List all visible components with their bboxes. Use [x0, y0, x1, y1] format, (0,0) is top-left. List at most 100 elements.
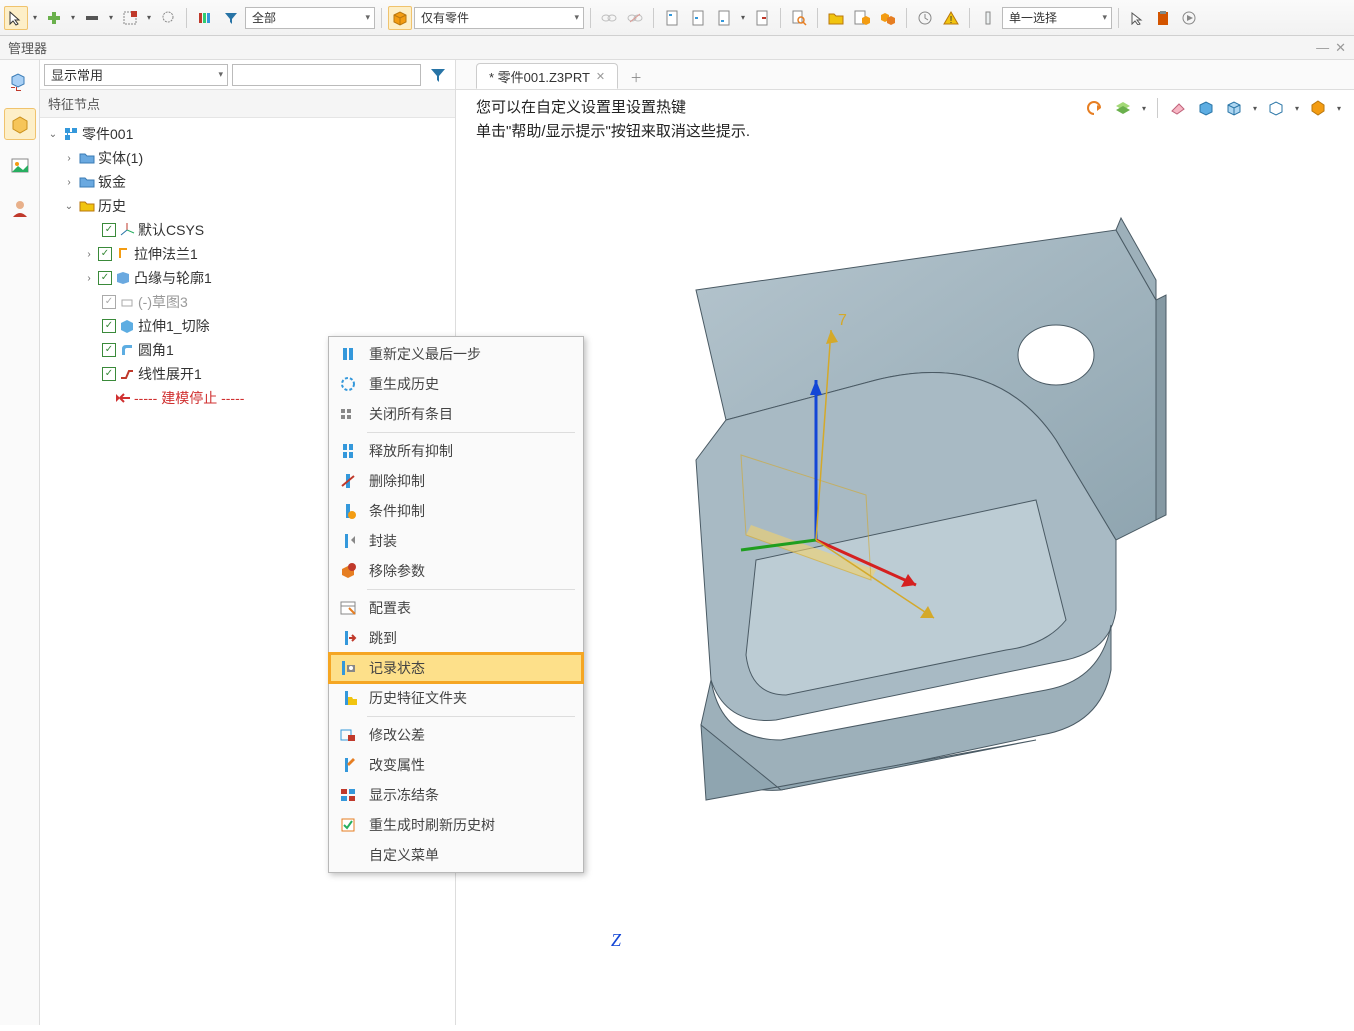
- lasso-button[interactable]: [156, 6, 180, 30]
- box-select-button[interactable]: [118, 6, 142, 30]
- search-input[interactable]: [232, 64, 421, 86]
- collapse-icon[interactable]: ⌄: [62, 201, 76, 212]
- history-button[interactable]: [913, 6, 937, 30]
- cm-refresh[interactable]: 重生成时刷新历史树: [329, 810, 583, 840]
- cm-jump[interactable]: 跳到: [329, 623, 583, 653]
- select-mode-combo[interactable]: 单一选择: [1002, 7, 1112, 29]
- closeall-icon: [337, 404, 359, 424]
- tree-csys[interactable]: ✓ 默认CSYS: [40, 218, 455, 242]
- tree-sheetmetal[interactable]: › 钣金: [40, 170, 455, 194]
- expand-icon[interactable]: ›: [82, 249, 96, 260]
- collapse-icon[interactable]: ⌄: [46, 129, 60, 140]
- tree-flange[interactable]: › ✓ 拉伸法兰1: [40, 242, 455, 266]
- cm-record-state[interactable]: 记录状态: [329, 653, 583, 683]
- tree-view-icon[interactable]: [4, 66, 36, 98]
- separator: [186, 8, 187, 28]
- cm-encap[interactable]: 封装: [329, 526, 583, 556]
- cm-redefine[interactable]: 重新定义最后一步: [329, 339, 583, 369]
- filter-icon[interactable]: [425, 62, 451, 88]
- cm-custom[interactable]: 自定义菜单: [329, 840, 583, 870]
- add-button[interactable]: [42, 6, 66, 30]
- cm-delete-sup[interactable]: 删除抑制: [329, 466, 583, 496]
- cm-config[interactable]: 配置表: [329, 593, 583, 623]
- unlink-button[interactable]: [623, 6, 647, 30]
- dropdown-arrow-icon[interactable]: ▾: [1139, 104, 1149, 113]
- expand-icon[interactable]: ›: [82, 273, 96, 284]
- hex-button[interactable]: [1306, 96, 1330, 120]
- dropdown-arrow-icon[interactable]: ▾: [144, 13, 154, 22]
- link-button[interactable]: [597, 6, 621, 30]
- undo-button[interactable]: [1083, 96, 1107, 120]
- filter-button[interactable]: [219, 6, 243, 30]
- dropdown-arrow-icon[interactable]: ▾: [30, 13, 40, 22]
- tree-contour[interactable]: › ✓ 凸缘与轮廓1: [40, 266, 455, 290]
- checkbox-icon[interactable]: ✓: [98, 271, 112, 285]
- folder-button[interactable]: [824, 6, 848, 30]
- cursor2-button[interactable]: [1125, 6, 1149, 30]
- cm-tolerance[interactable]: 修改公差: [329, 720, 583, 750]
- checkbox-disabled-icon[interactable]: ✓: [102, 295, 116, 309]
- user-view-icon[interactable]: [4, 192, 36, 224]
- dropdown-arrow-icon[interactable]: ▾: [106, 13, 116, 22]
- cm-change-attr[interactable]: 改变属性: [329, 750, 583, 780]
- cm-regen[interactable]: 重生成历史: [329, 369, 583, 399]
- image-view-icon[interactable]: [4, 150, 36, 182]
- checkbox-icon[interactable]: ✓: [102, 367, 116, 381]
- cm-closeall[interactable]: 关闭所有条目: [329, 399, 583, 429]
- tree-solid[interactable]: › 实体(1): [40, 146, 455, 170]
- expand-icon[interactable]: ›: [62, 153, 76, 164]
- cm-cond-sup[interactable]: 条件抑制: [329, 496, 583, 526]
- cursor-button[interactable]: [4, 6, 28, 30]
- viewport[interactable]: * 零件001.Z3PRT ✕ ＋ 您可以在自定义设置里设置热键 单击"帮助/显…: [456, 60, 1354, 1025]
- separator: [817, 8, 818, 28]
- doc3-button[interactable]: [712, 6, 736, 30]
- checkbox-icon[interactable]: ✓: [102, 223, 116, 237]
- paste-button[interactable]: [1151, 6, 1175, 30]
- bars-button[interactable]: [193, 6, 217, 30]
- doc2-button[interactable]: [686, 6, 710, 30]
- dropdown-arrow-icon[interactable]: ▾: [68, 13, 78, 22]
- doc-mark-button[interactable]: [750, 6, 774, 30]
- cm-freeze[interactable]: 显示冻结条: [329, 780, 583, 810]
- dropdown-arrow-icon[interactable]: ▾: [1334, 104, 1344, 113]
- search-doc-button[interactable]: [787, 6, 811, 30]
- doc-box-button[interactable]: [850, 6, 874, 30]
- expand-icon[interactable]: ›: [62, 177, 76, 188]
- remove-button[interactable]: [80, 6, 104, 30]
- filter-combo[interactable]: 全部: [245, 7, 375, 29]
- close-icon[interactable]: ✕: [1335, 40, 1346, 56]
- doc1-button[interactable]: [660, 6, 684, 30]
- minimize-icon[interactable]: —: [1316, 40, 1329, 56]
- cm-release[interactable]: 释放所有抑制: [329, 436, 583, 466]
- box-button[interactable]: [388, 6, 412, 30]
- layers-button[interactable]: [1111, 96, 1135, 120]
- document-tab[interactable]: * 零件001.Z3PRT ✕: [476, 63, 618, 89]
- checkbox-icon[interactable]: ✓: [98, 247, 112, 261]
- warn-button[interactable]: !: [939, 6, 963, 30]
- checkbox-icon[interactable]: ✓: [102, 319, 116, 333]
- ruler-button[interactable]: [976, 6, 1000, 30]
- cube-blue-button[interactable]: [1194, 96, 1218, 120]
- parts-combo[interactable]: 仅有零件: [414, 7, 584, 29]
- tree-sketch[interactable]: ✓ (-)草图3: [40, 290, 455, 314]
- dropdown-arrow-icon[interactable]: ▾: [1250, 104, 1260, 113]
- boxes-button[interactable]: [876, 6, 900, 30]
- tree-root[interactable]: ⌄ 零件001: [40, 122, 455, 146]
- blank-icon: [337, 845, 359, 865]
- cm-folder[interactable]: 历史特征文件夹: [329, 683, 583, 713]
- eraser-button[interactable]: [1166, 96, 1190, 120]
- tree-cut[interactable]: ✓ 拉伸1_切除: [40, 314, 455, 338]
- box-view-icon[interactable]: [4, 108, 36, 140]
- checkbox-icon[interactable]: ✓: [102, 343, 116, 357]
- dropdown-arrow-icon[interactable]: ▾: [1292, 104, 1302, 113]
- tree-history[interactable]: ⌄ 历史: [40, 194, 455, 218]
- add-tab-button[interactable]: ＋: [624, 65, 648, 89]
- play-button[interactable]: [1177, 6, 1201, 30]
- cube-edge-button[interactable]: [1264, 96, 1288, 120]
- cm-remove-param[interactable]: 移除参数: [329, 556, 583, 586]
- dropdown-arrow-icon[interactable]: ▾: [738, 13, 748, 22]
- display-combo[interactable]: 显示常用: [44, 64, 228, 86]
- close-icon[interactable]: ✕: [596, 70, 605, 83]
- sketch-icon: [118, 293, 136, 311]
- cube-wire-button[interactable]: [1222, 96, 1246, 120]
